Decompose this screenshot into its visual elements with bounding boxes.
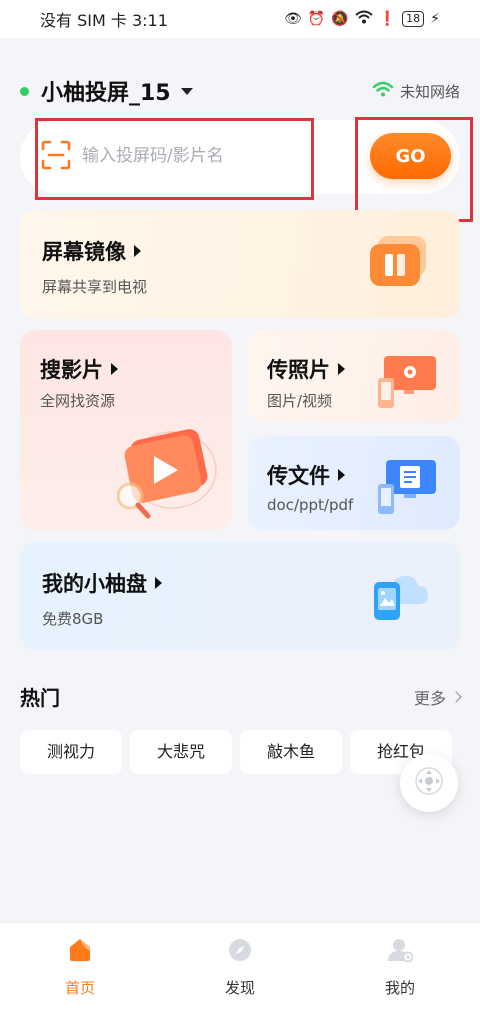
- network-status[interactable]: 未知网络: [372, 81, 460, 102]
- search-movie-title-text: 搜影片: [40, 358, 103, 382]
- wifi-status-icon: [355, 10, 373, 28]
- tab-profile[interactable]: 我的: [320, 923, 480, 1027]
- screen-mirror-title: 屏幕镜像: [42, 236, 141, 266]
- bottom-tab-bar: 首页 发现 我的: [0, 922, 480, 1027]
- discover-icon: [227, 937, 253, 967]
- go-highlight-box: [355, 117, 473, 222]
- hot-chip[interactable]: 敲木鱼: [240, 730, 342, 774]
- triangle-right-icon: [134, 245, 141, 257]
- more-link[interactable]: 更多: [413, 685, 462, 709]
- carrier-text: 没有 SIM 卡: [40, 11, 127, 30]
- triangle-right-icon: [338, 469, 345, 481]
- tab-discover[interactable]: 发现: [160, 923, 320, 1027]
- cloud-disk-title: 我的小柚盘: [42, 568, 162, 598]
- send-photo-title: 传照片: [267, 354, 345, 384]
- remote-control-icon: [414, 766, 444, 800]
- battery-icon: 18: [402, 11, 425, 27]
- tab-profile-label: 我的: [384, 979, 415, 997]
- tab-home[interactable]: 首页: [0, 923, 160, 1027]
- alert-icon: ❗: [378, 11, 397, 27]
- send-photo-title-text: 传照片: [267, 358, 330, 382]
- network-label: 未知网络: [399, 82, 460, 101]
- send-photo-subtitle: 图片/视频: [267, 392, 333, 410]
- cloud-disk-icon: [370, 566, 430, 628]
- screen-mirror-card[interactable]: 屏幕镜像 屏幕共享到电视: [20, 210, 460, 318]
- screen-mirror-subtitle: 屏幕共享到电视: [42, 278, 148, 296]
- hot-chip[interactable]: 测视力: [20, 730, 122, 774]
- search-movie-subtitle: 全网找资源: [40, 392, 116, 410]
- send-photo-card[interactable]: 传照片 图片/视频: [248, 330, 460, 423]
- home-icon: [67, 937, 93, 967]
- profile-icon: [387, 937, 414, 967]
- send-file-card[interactable]: 传文件 doc/ppt/pdf: [248, 436, 460, 530]
- device-row: 小柚投屏_15 未知网络: [20, 76, 460, 106]
- status-bar: 没有 SIM 卡 3:11 👁 ⏰ 🔕 ❗ 18 ⚡: [0, 0, 480, 38]
- triangle-right-icon: [155, 577, 162, 589]
- tab-home-label: 首页: [64, 979, 95, 997]
- send-file-title: 传文件: [267, 460, 345, 490]
- send-file-title-text: 传文件: [267, 464, 330, 488]
- photo-transfer-icon: [376, 352, 440, 416]
- chevron-right-icon: [450, 690, 462, 703]
- mute-icon: 🔕: [331, 11, 349, 27]
- search-movie-card[interactable]: 搜影片 全网找资源: [20, 330, 232, 530]
- hot-chip[interactable]: 大悲咒: [130, 730, 232, 774]
- hot-section-header: 热门 更多: [20, 682, 462, 711]
- screen-mirror-title-text: 屏幕镜像: [42, 240, 126, 264]
- home-page: 小柚投屏_15 未知网络 GO 屏幕镜像 屏幕共享到电视: [0, 38, 480, 922]
- floating-remote-button[interactable]: [400, 754, 458, 812]
- status-icons: 👁 ⏰ 🔕 ❗ 18 ⚡: [284, 10, 440, 28]
- wifi-icon: [372, 81, 394, 101]
- online-indicator: [20, 86, 29, 96]
- clock: 3:11: [131, 11, 168, 30]
- hot-title: 热门: [20, 686, 60, 710]
- cloud-disk-subtitle: 免费8GB: [42, 610, 104, 628]
- cloud-disk-title-text: 我的小柚盘: [42, 572, 147, 596]
- send-file-subtitle: doc/ppt/pdf: [267, 496, 354, 514]
- file-transfer-icon: [376, 458, 440, 522]
- caret-down-icon: [180, 87, 193, 95]
- device-selector[interactable]: 小柚投屏_15: [20, 75, 193, 107]
- eye-icon: 👁: [284, 11, 302, 27]
- charging-icon: ⚡: [430, 11, 440, 27]
- status-left: 没有 SIM 卡 3:11: [40, 7, 168, 31]
- triangle-right-icon: [338, 363, 345, 375]
- cloud-disk-card[interactable]: 我的小柚盘 免费8GB: [20, 542, 460, 650]
- search-movie-title: 搜影片: [40, 354, 118, 384]
- alarm-icon: ⏰: [307, 11, 326, 27]
- more-label: 更多: [413, 688, 446, 708]
- triangle-right-icon: [111, 363, 118, 375]
- tab-discover-label: 发现: [224, 979, 255, 997]
- play-search-icon: [106, 426, 218, 526]
- device-name: 小柚投屏_15: [41, 81, 171, 106]
- search-highlight-box: [35, 118, 314, 200]
- mirror-icon: [368, 234, 430, 294]
